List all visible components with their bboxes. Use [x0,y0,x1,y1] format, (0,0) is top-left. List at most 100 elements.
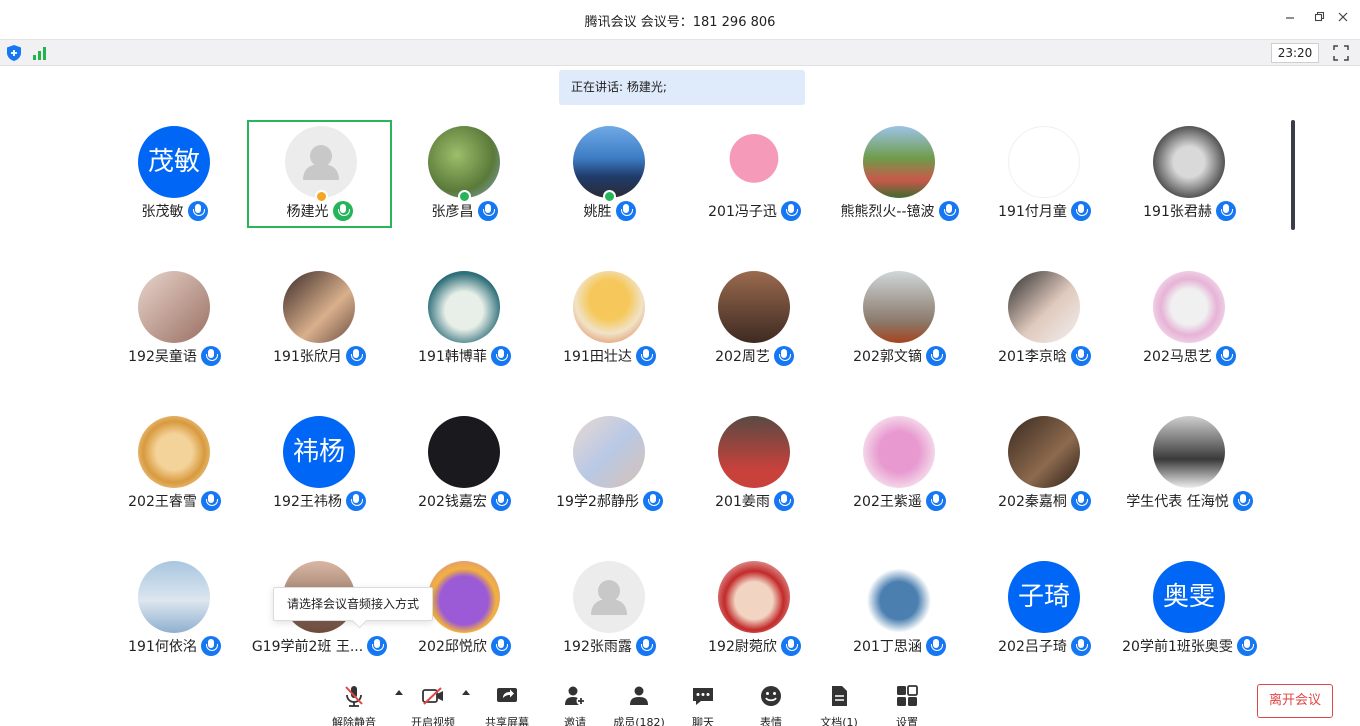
participant-tile[interactable]: 熊熊烈火--镱波 [827,120,972,228]
avatar [1153,126,1225,198]
fullscreen-icon[interactable] [1332,44,1350,62]
participant-tile[interactable]: 茂敏 张茂敏 [102,120,247,228]
mic-icon [200,346,221,366]
participant-tile[interactable]: 201冯子迅 [682,120,827,228]
smiley-icon [761,686,781,706]
share-screen-icon [497,688,517,702]
participant-tile[interactable]: 202马思艺 [1117,265,1262,373]
participant-nameline: 202郭文镝 [827,345,972,367]
mic-icon [925,636,946,656]
participant-tile[interactable]: 202王紫遥 [827,410,972,518]
participant-tile[interactable]: 杨建光 [247,120,392,228]
reactions-button[interactable]: 表情 [736,682,806,726]
participant-tile[interactable]: 奥雯 20学前1班张奥雯 [1117,555,1262,663]
avatar [863,561,935,633]
avatar [573,561,645,633]
scrollbar[interactable] [1291,120,1295,230]
participant-nameline: 201李京晗 [972,345,1117,367]
participant-nameline: 张茂敏 [102,200,247,222]
participant-tile[interactable]: 201姜雨 [682,410,827,518]
video-options-chevron-icon[interactable] [462,690,470,695]
participant-name: 20学前1班张奥雯 [1122,639,1233,655]
participant-tile[interactable]: 201李京晗 [972,265,1117,373]
chat-button[interactable]: 聊天 [668,682,738,726]
participant-tile[interactable]: 202秦嘉桐 [972,410,1117,518]
restore-button[interactable] [1310,10,1330,30]
participant-tile[interactable]: 202钱嘉宏 [392,410,537,518]
participant-name: 202郭文镝 [853,349,922,365]
participant-nameline: 张彦昌 [392,200,537,222]
leave-meeting-button[interactable]: 离开会议 [1257,684,1333,718]
participant-tile[interactable]: 191田壮达 [537,265,682,373]
avatar [718,561,790,633]
members-button[interactable]: 成员(182) [604,682,674,726]
participant-nameline: 熊熊烈火--镱波 [827,200,972,222]
avatar [428,416,500,488]
participant-tile[interactable]: 192吴童语 [102,265,247,373]
participant-tile[interactable]: 191韩博菲 [392,265,537,373]
participant-nameline: 191韩博菲 [392,345,537,367]
participant-name: 202钱嘉宏 [418,494,487,510]
participant-name: 202马思艺 [1143,349,1212,365]
participant-name: 熊熊烈火--镱波 [840,204,935,220]
minimize-icon [1286,17,1294,19]
mic-icon [925,346,946,366]
members-label: 成员(182) [613,716,665,726]
participant-tile[interactable]: 191付月童 [972,120,1117,228]
participant-tile[interactable]: 202郭文镝 [827,265,972,373]
participant-nameline: 202王紫遥 [827,490,972,512]
participant-tile[interactable]: 学生代表 任海悦 [1117,410,1262,518]
avatar [573,126,645,198]
participant-name: 191何依洺 [128,639,197,655]
minimize-button[interactable] [1280,10,1300,30]
mic-icon [615,201,636,221]
speaking-indicator: 正在讲话: 杨建光; [559,70,805,105]
share-screen-button[interactable]: 共享屏幕 [472,682,542,726]
participant-nameline: 姚胜 [537,200,682,222]
camera-off-icon [422,687,443,705]
mic-icon [1215,201,1236,221]
mic-icon [642,491,663,511]
mic-icon [200,491,221,511]
participant-nameline: 191何依洺 [102,635,247,657]
participant-tile[interactable]: 202王睿雪 [102,410,247,518]
mic-icon [635,346,656,366]
participant-tile[interactable]: 子琦 202吕子琦 [972,555,1117,663]
reactions-label: 表情 [760,716,782,726]
start-video-button[interactable]: 开启视频 [398,682,468,726]
mic-icon [1232,491,1253,511]
participant-tile[interactable]: 192张雨露 [537,555,682,663]
unmute-button[interactable]: 解除静音 [319,682,389,726]
add-person-icon [565,686,586,706]
participant-tile[interactable]: 202周艺 [682,265,827,373]
participant-tile[interactable]: 201丁思涵 [827,555,972,663]
participant-tile[interactable]: 191张君赫 [1117,120,1262,228]
participant-name: 202邱悦欣 [418,639,487,655]
close-icon [1338,12,1348,22]
avatar [428,561,500,633]
close-button[interactable] [1333,10,1353,30]
mic-icon [773,491,794,511]
participant-tile[interactable]: 191何依洺 [102,555,247,663]
members-icon [630,686,648,705]
participant-tile[interactable]: 张彦昌 [392,120,537,228]
participant-tile[interactable]: 19学2郝静彤 [537,410,682,518]
participant-tile[interactable]: 祎杨 192王祎杨 [247,410,392,518]
share-screen-label: 共享屏幕 [485,716,529,726]
mic-icon [490,346,511,366]
participant-tile[interactable]: 191张欣月 [247,265,392,373]
participant-name: 191韩博菲 [418,349,487,365]
participant-tile[interactable]: 姚胜 [537,120,682,228]
participant-nameline: 201丁思涵 [827,635,972,657]
security-shield-icon[interactable] [6,44,22,62]
avatar [863,126,935,198]
settings-button[interactable]: 设置 [872,682,942,726]
participant-name: 201冯子迅 [708,204,777,220]
invite-button[interactable]: 邀请 [540,682,610,726]
avatar [283,271,355,343]
settings-label: 设置 [896,716,918,726]
network-signal-icon[interactable] [33,46,49,60]
participant-nameline: 192吴童语 [102,345,247,367]
participant-tile[interactable]: 192尉菀欣 [682,555,827,663]
docs-button[interactable]: 文档(1) [804,682,874,726]
